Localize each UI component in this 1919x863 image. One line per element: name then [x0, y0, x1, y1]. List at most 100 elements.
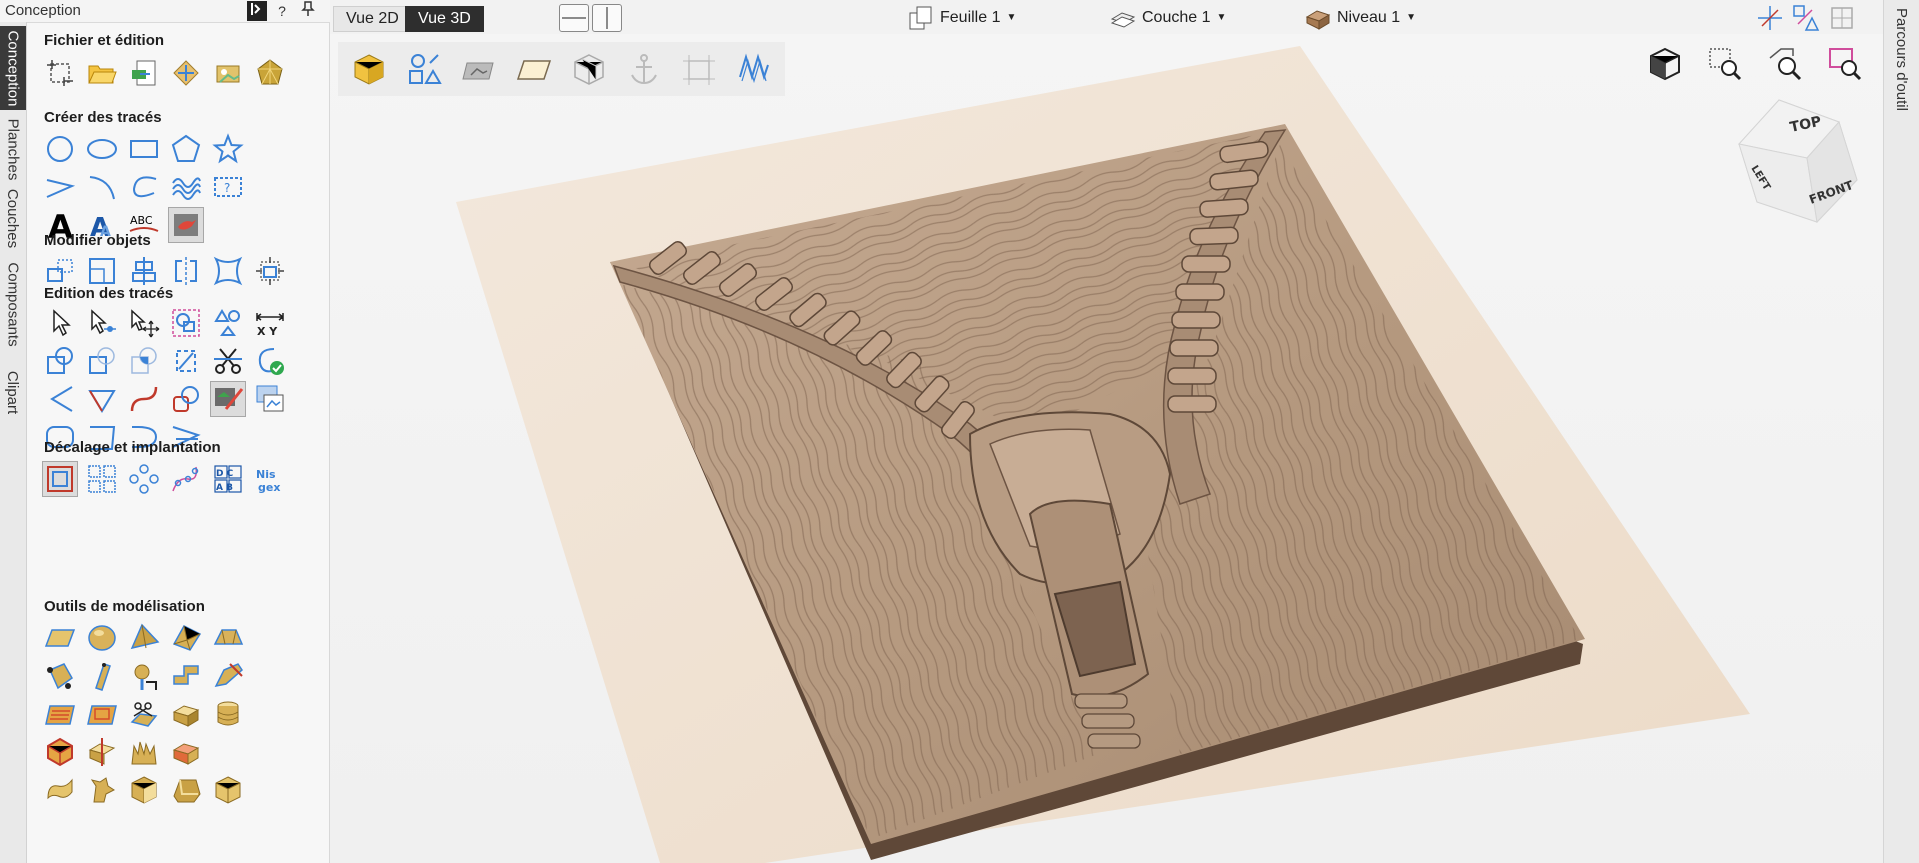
fillet-button[interactable] — [43, 382, 77, 416]
view-3d-button[interactable]: Vue 3D — [405, 6, 484, 32]
group-select-button[interactable] — [169, 306, 203, 340]
select-button[interactable] — [43, 306, 77, 340]
intersect-button[interactable] — [127, 344, 161, 378]
model-pyramid-button[interactable] — [127, 621, 161, 655]
subtract-icon — [89, 347, 115, 374]
model-wrap-button[interactable] — [43, 773, 77, 807]
model-bevel-button[interactable] — [169, 773, 203, 807]
model-plane-button[interactable] — [43, 621, 77, 655]
model-color-button[interactable] — [169, 735, 203, 769]
open-file-button[interactable] — [85, 56, 119, 90]
model-box-button[interactable] — [127, 773, 161, 807]
model-stack-button[interactable] — [211, 697, 245, 731]
draw-circle-button[interactable] — [43, 132, 77, 166]
view-2d-button[interactable]: Vue 2D — [333, 6, 412, 32]
subtract-button[interactable] — [85, 344, 119, 378]
grid-snap-button[interactable] — [1828, 4, 1856, 32]
chamfer-button[interactable] — [85, 382, 119, 416]
path-copy-icon — [172, 466, 199, 492]
scale-button[interactable] — [85, 254, 119, 288]
mirror-button[interactable] — [169, 254, 203, 288]
sculpt-icon — [214, 663, 243, 688]
draw-star-button[interactable] — [211, 132, 245, 166]
level-dropdown[interactable]: Niveau 1 ▼ — [1305, 6, 1416, 30]
section-title-modeling: Outils de modélisation — [44, 598, 205, 615]
model-texture-button[interactable] — [43, 697, 77, 731]
snap-button[interactable] — [1756, 4, 1784, 32]
model-prism-button[interactable] — [169, 621, 203, 655]
array-copy-button[interactable] — [85, 462, 119, 496]
import-image-button[interactable] — [211, 56, 245, 90]
tab-conception[interactable]: Conception — [0, 26, 26, 110]
tab-couches[interactable]: Couches — [0, 188, 26, 248]
node-edit-button[interactable] — [85, 306, 119, 340]
model-cube-button[interactable] — [211, 773, 245, 807]
distort-button[interactable] — [211, 254, 245, 288]
tab-composants[interactable]: Composants — [0, 254, 26, 354]
circular-copy-button[interactable] — [127, 462, 161, 496]
validate-vectors-button[interactable] — [253, 344, 287, 378]
job-setup-button[interactable] — [43, 56, 77, 90]
offset-icon — [47, 466, 73, 492]
model-merge-button[interactable] — [169, 697, 203, 731]
model-split-button[interactable] — [85, 735, 119, 769]
close-vector-button[interactable] — [169, 344, 203, 378]
import-vectors-button[interactable] — [127, 56, 161, 90]
model-clipart-button[interactable] — [85, 773, 119, 807]
weld-button[interactable] — [43, 344, 77, 378]
copy-along-vector-button[interactable] — [169, 462, 203, 496]
model-sculpt-button[interactable] — [211, 659, 245, 693]
draw-polygon-button[interactable] — [169, 132, 203, 166]
node-join-button[interactable] — [169, 382, 203, 416]
transform-button[interactable] — [253, 254, 287, 288]
labels-button[interactable]: D C A B — [211, 462, 245, 496]
shapes-button[interactable] — [211, 306, 245, 340]
tab-clipart[interactable]: Clipart — [0, 362, 26, 422]
draw-rectangle-button[interactable] — [127, 132, 161, 166]
import-model-button[interactable] — [169, 56, 203, 90]
plane-icon — [44, 629, 76, 647]
3d-viewport[interactable]: TOP LEFT FRONT — [330, 34, 1883, 863]
panel-collapse-button[interactable] — [247, 1, 267, 21]
nesting-button[interactable]: Nis gex — [253, 462, 287, 496]
move-button[interactable] — [43, 254, 77, 288]
trim-button[interactable] — [211, 344, 245, 378]
image-trace-button[interactable] — [253, 382, 287, 416]
sheet-dropdown[interactable]: Feuille 1 ▼ — [908, 6, 1016, 30]
model-sweep-button[interactable] — [85, 659, 119, 693]
transform-select-button[interactable] — [127, 306, 161, 340]
draw-polyline-button[interactable] — [43, 170, 77, 204]
pin-button[interactable] — [298, 1, 318, 21]
offset-button[interactable] — [42, 461, 78, 497]
model-spin-button[interactable] — [169, 659, 203, 693]
model-roof-button[interactable] — [211, 621, 245, 655]
draw-ellipse-button[interactable] — [85, 132, 119, 166]
model-slice-button[interactable] — [127, 697, 161, 731]
model-reset-button[interactable] — [43, 735, 77, 769]
model-extrude-button[interactable] — [43, 659, 77, 693]
help-button[interactable]: ? — [272, 1, 292, 21]
draw-wave-button[interactable] — [169, 170, 203, 204]
smooth-button[interactable] — [127, 382, 161, 416]
tab-planches[interactable]: Planches — [0, 118, 26, 180]
model-rotate-button[interactable] — [127, 659, 161, 693]
model-dome-button[interactable] — [85, 621, 119, 655]
label-grid-icon: D C A B — [214, 465, 242, 493]
draw-curve-button[interactable] — [127, 170, 161, 204]
draw-arc-button[interactable] — [85, 170, 119, 204]
align-button[interactable] — [127, 254, 161, 288]
component-button[interactable] — [253, 56, 287, 90]
model-flames-button[interactable] — [127, 735, 161, 769]
svg-text:?: ? — [224, 181, 230, 195]
measure-button[interactable]: X Y — [253, 306, 287, 340]
split-vertical-button[interactable] — [592, 4, 622, 32]
model-fade-button[interactable] — [85, 697, 119, 731]
draw-rectangle-frame-button[interactable]: ? — [211, 170, 245, 204]
draw-image-button[interactable] — [210, 381, 246, 417]
bitmap-trace-button[interactable] — [168, 207, 204, 243]
shapes-snap-button[interactable] — [1792, 4, 1820, 32]
tab-toolpaths[interactable]: Parcours d'outil — [1888, 4, 1914, 114]
split-horizontal-button[interactable] — [559, 4, 589, 32]
dome-icon — [88, 625, 116, 651]
layer-dropdown[interactable]: Couche 1 ▼ — [1110, 6, 1226, 30]
